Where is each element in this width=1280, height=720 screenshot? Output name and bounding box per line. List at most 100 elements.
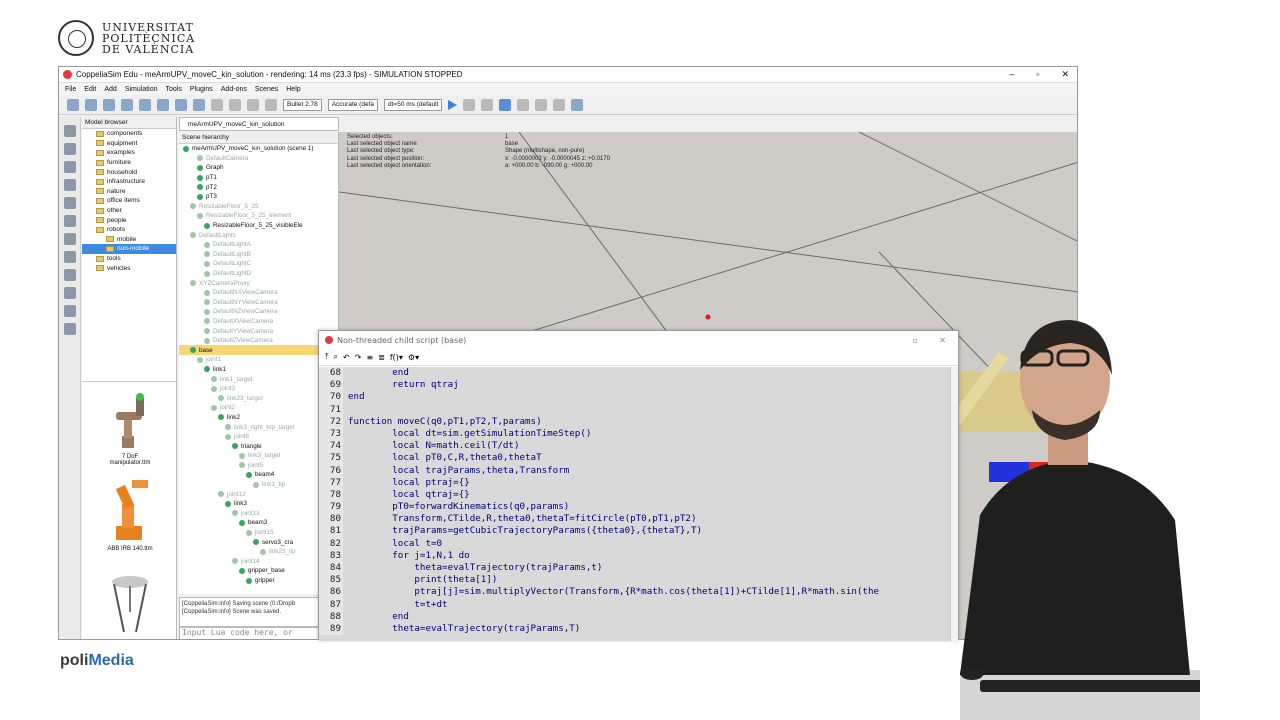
scene-object-row[interactable]: gripper_base	[179, 566, 338, 576]
scene-object-row[interactable]: gripper	[179, 576, 338, 586]
script-maximize-icon[interactable]: ▫	[913, 336, 918, 345]
dynamics-icon[interactable]	[63, 161, 76, 173]
scene-object-row[interactable]: joint5	[179, 461, 338, 471]
scene-page-icon[interactable]	[571, 98, 584, 111]
simulation-settings-icon[interactable]	[63, 125, 76, 137]
scene-object-row[interactable]: joint15	[179, 528, 338, 538]
scene-object-row[interactable]: DefaultNXViewCamera	[179, 288, 338, 298]
visualization-toggle-icon[interactable]	[553, 98, 566, 111]
scene-object-row[interactable]: link1_target	[179, 374, 338, 384]
menu-addons[interactable]: Add-ons	[221, 86, 247, 93]
model-browser-icon[interactable]	[63, 251, 76, 263]
functions-icon[interactable]: f()▾	[390, 353, 403, 362]
scene-object-row[interactable]: link3_right_top_target	[179, 422, 338, 432]
menu-add[interactable]: Add	[104, 86, 116, 93]
model-folder-mobile[interactable]: mobile	[82, 235, 176, 245]
object-rotate-icon[interactable]	[193, 98, 205, 111]
scene-object-row[interactable]: DefaultYViewCamera	[179, 326, 338, 336]
model-folder-furniture[interactable]: furniture	[82, 158, 176, 168]
scripts-icon[interactable]	[63, 179, 76, 191]
scene-object-row[interactable]: triangle	[179, 441, 338, 451]
minimize-icon[interactable]: –	[1009, 69, 1014, 80]
search-icon[interactable]: ⌕	[334, 352, 338, 362]
menu-scenes[interactable]: Scenes	[255, 86, 278, 93]
scene-object-row[interactable]: DefaultXViewCamera	[179, 317, 338, 327]
scene-object-row[interactable]: joint2	[179, 403, 338, 413]
scene-object-row[interactable]: pT3	[179, 192, 338, 202]
scene-object-row[interactable]: link3	[179, 499, 338, 509]
speed-up-icon[interactable]	[535, 98, 548, 111]
scene-object-row[interactable]: joint8	[179, 432, 338, 442]
zoom-icon[interactable]	[63, 143, 76, 155]
scene-object-row[interactable]: base	[179, 345, 338, 356]
model-folder-components[interactable]: components	[82, 129, 176, 139]
object-shift-icon[interactable]	[175, 98, 187, 111]
snippets-icon[interactable]: ⚙▾	[408, 353, 419, 362]
assemble-icon[interactable]	[211, 98, 223, 111]
undo-icon[interactable]: ↶	[343, 353, 350, 362]
lua-command-input[interactable]: Input Lua code here, or	[179, 627, 324, 639]
scene-object-row[interactable]: link2	[179, 413, 338, 423]
timestep-select[interactable]: dt=50 ms (default	[384, 98, 443, 111]
scene-object-row[interactable]: link23_target	[179, 393, 338, 403]
model-folder-equipment[interactable]: equipment	[82, 139, 176, 149]
path-edit-icon[interactable]	[63, 215, 76, 227]
selection-icon[interactable]	[63, 233, 76, 245]
scene-object-row[interactable]: DefaultZViewCamera	[179, 336, 338, 346]
scene-object-row[interactable]: link1_tip	[179, 480, 338, 490]
model-thumb-7dof[interactable]: 7 DoF manipulator.ttm	[102, 392, 158, 466]
model-folder-examples[interactable]: examples	[82, 148, 176, 158]
model-folder-people[interactable]: people	[82, 215, 176, 225]
menu-file[interactable]: File	[65, 86, 76, 93]
scene-object-row[interactable]: DefaultCamera	[179, 154, 338, 164]
slow-down-icon[interactable]	[517, 98, 530, 111]
click-select-icon[interactable]	[157, 98, 169, 111]
unindent-icon[interactable]: ≣	[378, 353, 385, 362]
menu-plugins[interactable]: Plugins	[190, 86, 213, 93]
user-settings-icon[interactable]	[63, 323, 76, 335]
scene-object-row[interactable]: XYZCameraProxy	[179, 278, 338, 288]
scene-object-row[interactable]: joint1	[179, 355, 338, 365]
scene-object-row[interactable]: meArmUPV_moveC_kin_solution (scene 1)	[179, 144, 338, 154]
model-thumb-abb[interactable]: ABB IRB 140.ttm	[102, 474, 158, 552]
scene-object-row[interactable]: servo3_cra	[179, 537, 338, 547]
scene-hierarchy-icon[interactable]	[63, 269, 76, 281]
pause-simulation-icon[interactable]	[463, 98, 476, 111]
model-folder-infrastructure[interactable]: infrastructure	[82, 177, 176, 187]
close-icon[interactable]: ✕	[1061, 69, 1069, 80]
dynamics-settings-icon[interactable]	[265, 98, 277, 111]
model-folder-nature[interactable]: nature	[82, 187, 176, 197]
indent-icon[interactable]: ≡	[366, 353, 373, 362]
scene-object-row[interactable]: DefaultNYViewCamera	[179, 298, 338, 308]
scene-object-row[interactable]: link23_tip	[179, 547, 338, 557]
maximize-icon[interactable]: ▫	[1036, 69, 1039, 80]
scene-object-row[interactable]: joint13	[179, 509, 338, 519]
scene-object-row[interactable]: DefaultLightD	[179, 269, 338, 279]
scene-object-row[interactable]: joint3	[179, 384, 338, 394]
fit-to-view-icon[interactable]	[139, 98, 151, 111]
scene-object-row[interactable]: joint14	[179, 557, 338, 567]
scene-object-row[interactable]: Graph	[179, 163, 338, 173]
camera-pan-icon[interactable]	[67, 98, 79, 111]
scene-object-row[interactable]: link3_target	[179, 451, 338, 461]
scene-object-row[interactable]: DefaultLightC	[179, 259, 338, 269]
stop-simulation-icon[interactable]	[481, 98, 494, 111]
redo-icon[interactable]	[247, 98, 259, 111]
tab-scene[interactable]: meArmUPV_moveC_kin_solution	[179, 117, 339, 131]
video-recorder-icon[interactable]	[63, 305, 76, 317]
scene-object-row[interactable]: DefaultLightA	[179, 240, 338, 250]
model-folder-office-items[interactable]: office items	[82, 196, 176, 206]
scene-object-row[interactable]: DefaultLights	[179, 230, 338, 240]
camera-opening-icon[interactable]	[121, 98, 133, 111]
menu-simulation[interactable]: Simulation	[125, 86, 158, 93]
camera-rotate-icon[interactable]	[85, 98, 97, 111]
undo-icon[interactable]	[229, 98, 241, 111]
scene-object-row[interactable]: pT1	[179, 173, 338, 183]
scene-object-row[interactable]: ResizableFloor_5_25	[179, 202, 338, 212]
scene-object-row[interactable]: ResizableFloor_5_25_visibleEle	[179, 221, 338, 231]
code-editor[interactable]: 68 end 69 return qtraj 70 end 71 72 function m…	[319, 367, 951, 641]
scene-object-row[interactable]: DefaultLightB	[179, 250, 338, 260]
menu-edit[interactable]: Edit	[84, 86, 96, 93]
redo-icon[interactable]: ↷	[355, 353, 362, 362]
scene-object-row[interactable]: joint12	[179, 489, 338, 499]
